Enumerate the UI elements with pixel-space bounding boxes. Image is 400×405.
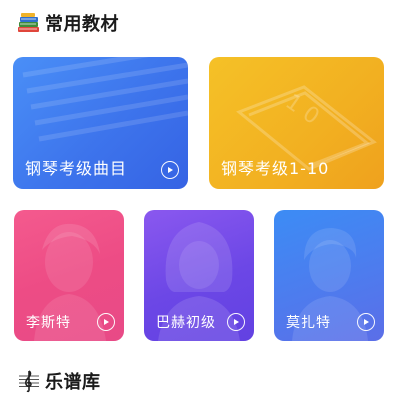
- card-label: 巴赫初级: [156, 315, 216, 331]
- library-section-title: 乐谱库: [45, 372, 101, 393]
- textbooks-section-header: 常用教材: [17, 10, 119, 36]
- textbooks-section-title: 常用教材: [45, 14, 119, 35]
- card-label: 莫扎特: [286, 315, 331, 331]
- play-icon[interactable]: [227, 313, 245, 331]
- card-liszt[interactable]: 李斯特: [14, 210, 124, 341]
- library-section-header: 乐谱库: [17, 368, 101, 394]
- play-icon[interactable]: [357, 313, 375, 331]
- card-mozart[interactable]: 莫扎特: [274, 210, 384, 341]
- card-label: 钢琴考级曲目: [25, 159, 128, 178]
- card-piano-grade-1-10[interactable]: 1 0 钢琴考级1-10: [209, 57, 384, 189]
- card-bach-beginner[interactable]: 巴赫初级: [144, 210, 254, 341]
- play-icon[interactable]: [161, 161, 179, 179]
- card-label: 李斯特: [26, 315, 71, 331]
- treble-clef-icon: [17, 369, 41, 393]
- books-icon: [17, 11, 41, 35]
- card-piano-grade-pieces[interactable]: 钢琴考级曲目: [13, 57, 188, 189]
- card-label: 钢琴考级1-10: [221, 159, 330, 178]
- play-icon[interactable]: [97, 313, 115, 331]
